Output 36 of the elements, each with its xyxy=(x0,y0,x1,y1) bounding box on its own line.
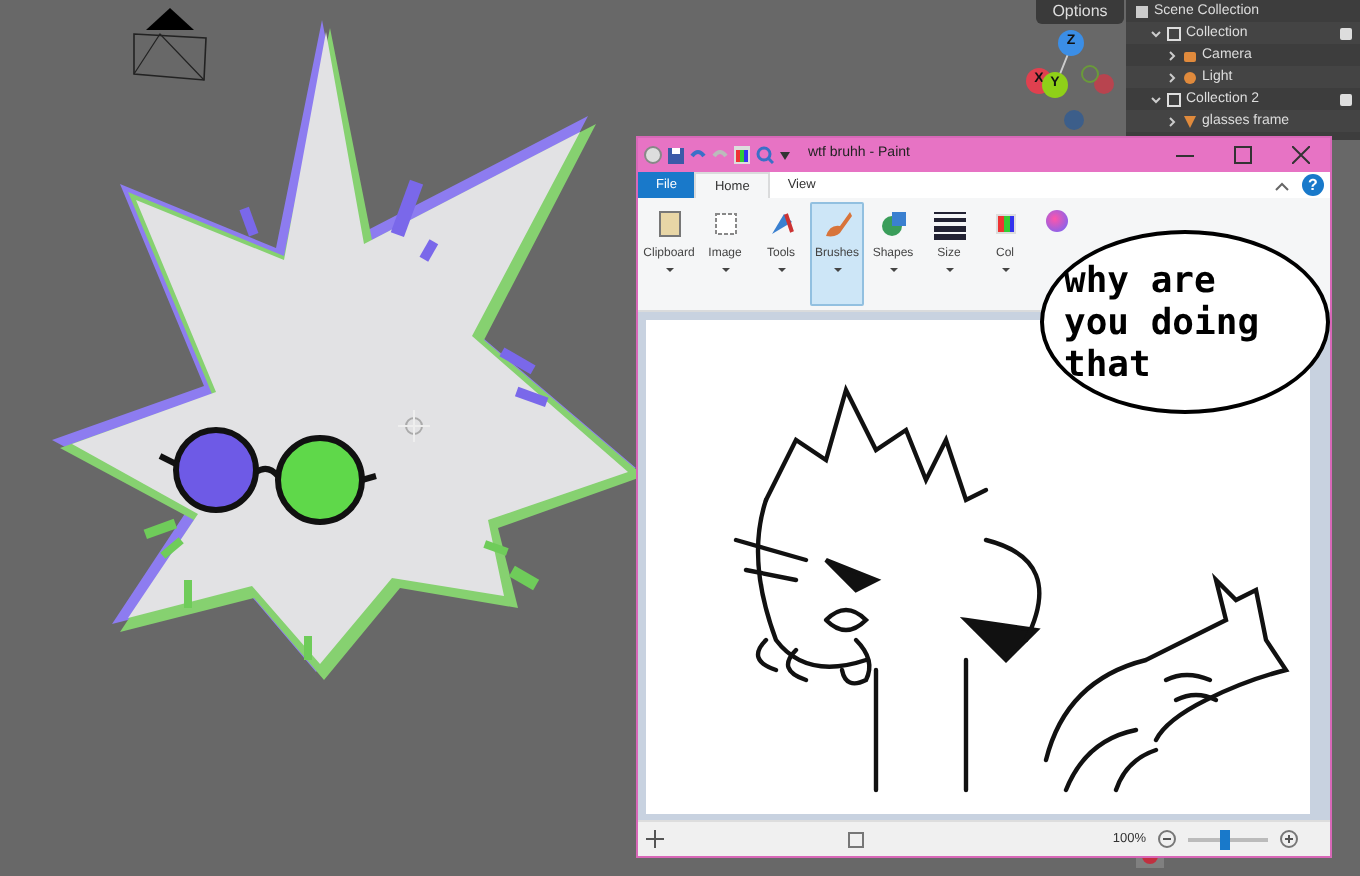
scene-icon xyxy=(1134,3,1150,19)
maximize-icon[interactable] xyxy=(1234,146,1252,164)
collapsed-caret-icon[interactable] xyxy=(1166,71,1178,83)
speech-text-line: that xyxy=(1064,343,1153,385)
light-icon xyxy=(1182,69,1198,85)
shapes-icon xyxy=(877,208,909,240)
checkbox[interactable] xyxy=(1340,93,1352,105)
move-cursor-icon xyxy=(646,830,664,848)
speech-text-line: why are xyxy=(1064,259,1218,301)
expanded-caret-icon[interactable] xyxy=(1150,93,1162,105)
image-icon xyxy=(709,208,741,240)
clipboard-icon xyxy=(653,208,685,240)
zoom-out-icon[interactable] xyxy=(1158,830,1176,848)
expanded-caret-icon[interactable] xyxy=(1150,27,1162,39)
zoom-in-icon[interactable] xyxy=(1280,830,1298,848)
speech-text-line: you doing xyxy=(1064,301,1262,343)
collapsed-caret-icon[interactable] xyxy=(1166,115,1178,127)
close-icon[interactable] xyxy=(1292,146,1310,164)
edit-colors-icon[interactable] xyxy=(1046,210,1068,232)
size-icon xyxy=(933,208,965,240)
options-button[interactable]: Options xyxy=(1036,0,1124,24)
selection-size-icon xyxy=(848,831,864,847)
brushes-icon xyxy=(821,208,853,240)
color-palette-icon[interactable] xyxy=(734,146,750,164)
collapsed-caret-icon[interactable] xyxy=(1166,49,1178,61)
collapse-icon[interactable] xyxy=(1274,177,1290,193)
camera-icon xyxy=(1182,47,1198,63)
checkbox[interactable] xyxy=(1340,27,1352,39)
collection-icon xyxy=(1166,25,1182,41)
collection-icon xyxy=(1166,91,1182,107)
help-button[interactable]: ? xyxy=(1302,174,1324,196)
paint-app-icon xyxy=(644,146,662,164)
save-icon[interactable] xyxy=(668,147,684,163)
zoom-slider-thumb[interactable] xyxy=(1219,829,1230,849)
mesh-icon xyxy=(1182,113,1198,129)
caret-icon[interactable] xyxy=(780,151,790,159)
